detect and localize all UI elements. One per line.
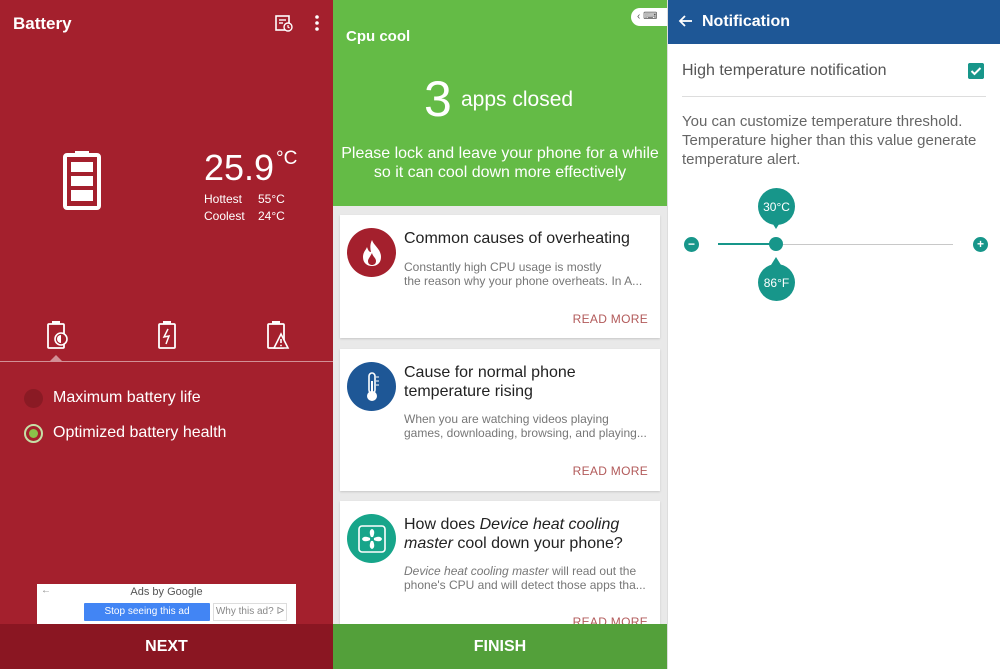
card-body-part: will read out the	[548, 564, 637, 578]
card-title-part: cool down your phone?	[452, 535, 623, 552]
card-title: Common causes of overheating	[404, 230, 630, 247]
article-card[interactable]: Common causes of overheating Constantly …	[340, 215, 660, 338]
settings-divider	[682, 96, 986, 97]
option-maximum-battery-life[interactable]: Maximum battery life	[24, 387, 201, 409]
article-card[interactable]: How does Device heat cooling master cool…	[340, 501, 660, 641]
notification-app-bar: Notification	[668, 0, 1000, 44]
card-title: How does Device heat cooling master cool…	[404, 515, 654, 553]
next-button[interactable]: NEXT	[0, 624, 333, 669]
slider-thumb[interactable]	[769, 237, 783, 251]
card-body-line: games, downloading, browsing, and playin…	[404, 426, 647, 440]
option-optimized-battery-health[interactable]: Optimized battery health	[24, 422, 226, 444]
cpu-title: Cpu cool	[346, 28, 411, 45]
back-arrow-icon[interactable]	[678, 13, 694, 29]
thermometer-icon	[347, 362, 396, 411]
card-body-emphasis: Device heat cooling master	[404, 564, 549, 578]
fahrenheit-value-bubble: 86°F	[758, 257, 795, 301]
ad-heading: Ads by Google	[130, 586, 203, 598]
read-more-link[interactable]: READ MORE	[573, 312, 648, 326]
hottest-label: Hottest	[204, 192, 243, 206]
battery-panel: Battery 25.9 °C Hottest 55°C Coolest 24°C	[0, 0, 333, 669]
notification-panel: Notification High temperature notificati…	[667, 0, 1000, 669]
celsius-value-bubble: 30°C	[758, 188, 795, 229]
battery-alert-tab-icon[interactable]	[266, 320, 290, 350]
battery-charging-tab-icon[interactable]	[155, 320, 179, 350]
radio-selected[interactable]	[24, 423, 43, 443]
why-this-ad-button[interactable]: Why this ad? ᐅ	[213, 603, 287, 621]
fan-icon	[347, 514, 396, 563]
article-card[interactable]: Cause for normal phone temperature risin…	[340, 349, 660, 491]
apps-closed-label: apps closed	[461, 88, 574, 111]
temperature-unit: °C	[276, 148, 298, 169]
coolest-value: 24°C	[258, 209, 285, 223]
slider-fill	[718, 243, 776, 245]
apps-closed-count: 3	[424, 71, 452, 127]
threshold-description: You can customize temperature threshold.…	[682, 113, 977, 168]
card-body: When you are watching videos playing gam…	[404, 412, 654, 440]
card-body-line: phone's CPU and will detect those apps t…	[404, 578, 646, 592]
tabs-divider	[0, 361, 333, 362]
high-temp-checkbox[interactable]	[968, 63, 984, 79]
option-label: Maximum battery life	[53, 389, 201, 406]
high-temp-notification-label: High temperature notification	[682, 62, 887, 79]
hottest-row: Hottest 55°C	[204, 192, 285, 206]
coolest-row: Coolest 24°C	[204, 209, 285, 223]
option-label: Optimized battery health	[53, 424, 227, 441]
cpu-hero: ‹ ⌨ Cpu cool 3 apps closed Please lock a…	[333, 0, 667, 206]
stop-seeing-ad-button[interactable]: Stop seeing this ad	[84, 603, 210, 621]
finish-button[interactable]: FINISH	[333, 624, 667, 669]
card-body: Constantly high CPU usage is mostly the …	[404, 260, 654, 288]
more-vert-icon[interactable]	[309, 14, 325, 32]
card-body: Device heat cooling master will read out…	[404, 564, 654, 592]
coolest-label: Coolest	[204, 209, 245, 223]
radio-unselected[interactable]	[24, 388, 43, 408]
current-temperature: 25.9	[204, 147, 275, 188]
card-body-line: When you are watching videos playing	[404, 412, 609, 426]
battery-full-icon	[63, 151, 101, 210]
cpu-cool-panel: ‹ ⌨ Cpu cool 3 apps closed Please lock a…	[333, 0, 667, 669]
cooldown-message: Please lock and leave your phone for a w…	[341, 145, 659, 181]
card-title: Cause for normal phone temperature risin…	[404, 364, 576, 400]
schedule-icon[interactable]	[275, 14, 293, 32]
read-more-link[interactable]: READ MORE	[573, 464, 648, 478]
flame-icon	[347, 228, 396, 277]
battery-saver-tab-icon[interactable]	[45, 320, 69, 350]
card-body-line: Constantly high CPU usage is mostly	[404, 260, 602, 274]
card-body-line: Device heat cooling master will read out…	[404, 564, 654, 578]
ad-banner: ← Ads by Google Stop seeing this ad Why …	[37, 584, 296, 624]
keyboard-badge[interactable]: ‹ ⌨	[631, 8, 667, 26]
battery-top-bar: Battery	[0, 0, 333, 48]
notification-title: Notification	[702, 13, 790, 30]
decrease-button[interactable]: −	[684, 237, 699, 252]
battery-title: Battery	[13, 14, 72, 33]
card-title-part: How does	[404, 516, 480, 533]
card-body-line: the reason why your phone overheats. In …	[404, 274, 643, 288]
increase-button[interactable]: +	[973, 237, 988, 252]
hottest-value: 55°C	[258, 192, 285, 206]
